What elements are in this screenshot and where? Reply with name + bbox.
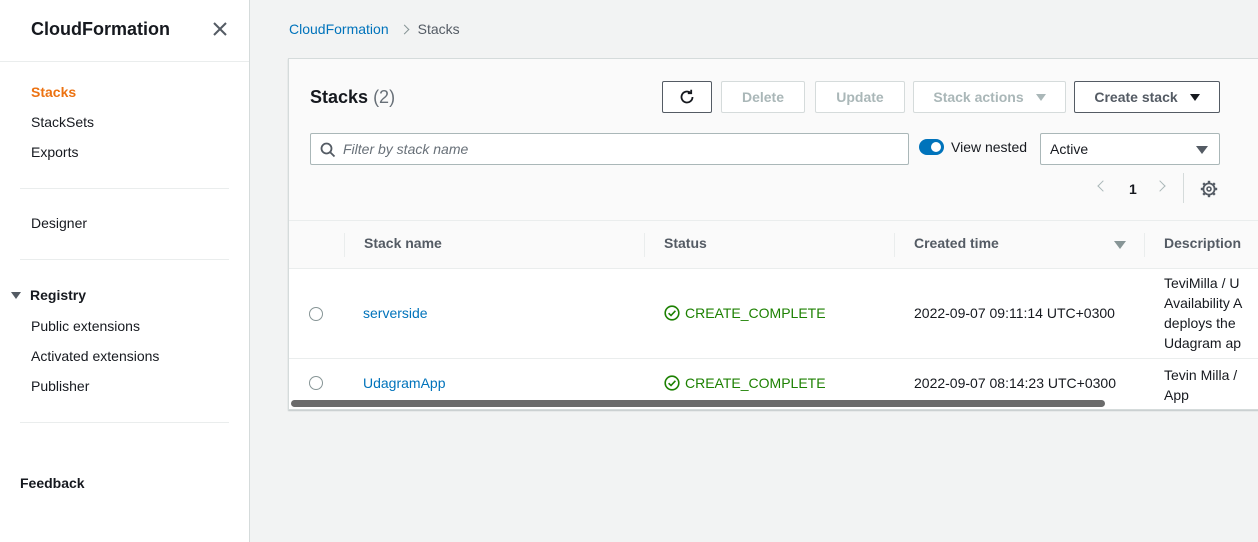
column-header-description[interactable]: Description: [1164, 235, 1241, 251]
close-icon[interactable]: [210, 19, 230, 39]
nav-item-public-extensions[interactable]: Public extensions: [31, 318, 140, 334]
stack-name-link[interactable]: serverside: [363, 305, 428, 321]
status-cell: CREATE_COMPLETE: [664, 305, 826, 321]
status-filter-value: Active: [1050, 141, 1089, 157]
nav-item-stacks[interactable]: Stacks: [31, 84, 76, 100]
nav-item-publisher[interactable]: Publisher: [31, 378, 89, 394]
row-select-radio[interactable]: [309, 307, 323, 321]
nav-item-exports[interactable]: Exports: [31, 144, 78, 160]
pager-divider: [1183, 173, 1184, 203]
page-title: Stacks (2): [310, 87, 395, 108]
stack-actions-label: Stack actions: [933, 89, 1024, 105]
horizontal-scrollbar[interactable]: [291, 400, 1105, 407]
toggle-knob: [931, 142, 941, 152]
refresh-button[interactable]: [662, 81, 712, 113]
view-nested-toggle[interactable]: [919, 139, 944, 155]
page-number[interactable]: 1: [1129, 181, 1137, 197]
column-divider: [344, 233, 345, 257]
refresh-icon: [680, 89, 694, 104]
stacks-table-container: Stacks (2) Delete Update Stack actions C…: [288, 58, 1258, 410]
table-header-row: Stack name Status Created time Descripti…: [289, 221, 1258, 269]
search-icon: [320, 142, 336, 158]
sort-descending-icon[interactable]: [1114, 241, 1126, 249]
nav-divider: [20, 422, 229, 423]
created-time: 2022-09-07 08:14:23 UTC+0300: [914, 375, 1116, 391]
column-divider: [1144, 233, 1145, 257]
sidebar-header: CloudFormation: [0, 0, 249, 62]
create-stack-label: Create stack: [1094, 89, 1178, 105]
caret-down-icon: [1035, 93, 1046, 101]
status-text: CREATE_COMPLETE: [685, 305, 826, 321]
breadcrumb-cloudformation[interactable]: CloudFormation: [289, 21, 389, 37]
gear-icon[interactable]: [1200, 180, 1218, 198]
column-header-created-time[interactable]: Created time: [914, 235, 999, 251]
status-filter-select[interactable]: Active: [1040, 133, 1220, 165]
created-time: 2022-09-07 09:11:14 UTC+0300: [914, 305, 1115, 321]
column-header-stack-name[interactable]: Stack name: [364, 235, 442, 251]
delete-button[interactable]: Delete: [721, 81, 805, 113]
caret-down-icon: [1196, 146, 1208, 154]
nav-item-designer[interactable]: Designer: [31, 215, 87, 231]
view-nested-label: View nested: [951, 139, 1028, 155]
table-header-panel: Stacks (2) Delete Update Stack actions C…: [289, 59, 1258, 221]
chevron-right-icon: [399, 24, 410, 34]
update-button[interactable]: Update: [815, 81, 905, 113]
chevron-right-icon[interactable]: [1154, 180, 1166, 192]
nav-divider: [20, 188, 229, 189]
column-header-status[interactable]: Status: [664, 235, 707, 251]
stack-actions-dropdown[interactable]: Stack actions: [913, 81, 1066, 113]
stack-name-link[interactable]: UdagramApp: [363, 375, 446, 391]
filter-input[interactable]: [343, 141, 908, 157]
feedback-link[interactable]: Feedback: [20, 475, 85, 491]
caret-down-icon: [11, 291, 21, 299]
stack-description: Tevin Milla / App: [1164, 367, 1238, 403]
stack-description: TeviMilla / U Availability A deploys the…: [1164, 275, 1243, 351]
breadcrumb-current: Stacks: [417, 21, 460, 37]
status-cell: CREATE_COMPLETE: [664, 375, 826, 391]
column-divider: [894, 233, 895, 257]
stacks-title-text: Stacks: [310, 87, 369, 107]
nav-item-stacksets[interactable]: StackSets: [31, 114, 94, 130]
filter-box: [310, 133, 909, 165]
registry-label: Registry: [30, 287, 87, 303]
check-circle-icon: [664, 375, 680, 391]
create-stack-dropdown[interactable]: Create stack: [1074, 81, 1220, 113]
caret-down-icon: [1189, 93, 1200, 101]
side-navigation: CloudFormation Stacks StackSets Exports …: [0, 0, 250, 542]
stacks-count: (2): [373, 87, 396, 107]
column-divider: [644, 233, 645, 257]
check-circle-icon: [664, 305, 680, 321]
nav-divider: [20, 259, 229, 260]
chevron-left-icon[interactable]: [1097, 180, 1109, 192]
registry-section-toggle[interactable]: Registry: [11, 287, 86, 303]
nav-item-activated-extensions[interactable]: Activated extensions: [31, 348, 159, 364]
sidebar-title[interactable]: CloudFormation: [31, 19, 170, 40]
row-select-radio[interactable]: [309, 376, 323, 390]
breadcrumb: CloudFormation Stacks: [289, 21, 460, 37]
table-row[interactable]: serverside CREATE_COMPLETE 2022-09-07 09…: [289, 269, 1258, 359]
status-text: CREATE_COMPLETE: [685, 375, 826, 391]
